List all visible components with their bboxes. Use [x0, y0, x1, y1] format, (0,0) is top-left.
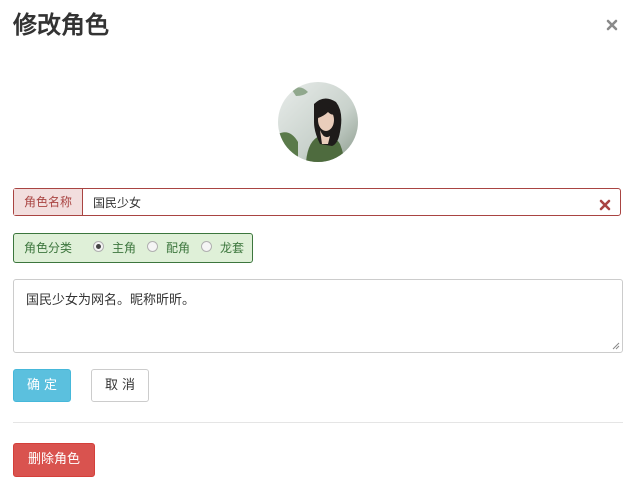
role-category-label: 角色分类 [24, 241, 73, 255]
role-name-field: 角色名称 [13, 188, 621, 216]
close-icon[interactable] [605, 17, 619, 31]
delete-role-button[interactable]: 删除角色 [13, 443, 95, 477]
confirm-button[interactable]: 确定 [13, 369, 71, 402]
cancel-button[interactable]: 取消 [91, 369, 149, 402]
resize-grip-icon[interactable] [612, 342, 620, 350]
edit-role-dialog: 修改角色 角色名称 国民少女 角色分类 主角 配角 龙套 国民少女为网名。昵称昕… [0, 0, 633, 500]
radio-unchecked-icon[interactable] [201, 241, 212, 252]
role-name-label: 角色名称 [14, 189, 83, 215]
role-description-textarea[interactable]: 国民少女为网名。昵称昕昕。 [13, 279, 623, 353]
avatar-photo-icon [278, 82, 358, 162]
dialog-title: 修改角色 [13, 11, 109, 39]
radio-label: 配角 [166, 241, 191, 255]
radio-unchecked-icon[interactable] [147, 241, 158, 252]
radio-checked-icon[interactable] [93, 241, 104, 252]
role-category-group: 角色分类 主角 配角 龙套 [13, 233, 253, 263]
role-name-input[interactable] [83, 189, 593, 215]
avatar[interactable] [278, 82, 358, 162]
radio-label: 主角 [112, 241, 137, 255]
divider [13, 422, 623, 423]
clear-x-icon[interactable] [599, 196, 611, 211]
radio-label: 龙套 [220, 241, 245, 255]
role-description-text: 国民少女为网名。昵称昕昕。 [26, 293, 196, 308]
